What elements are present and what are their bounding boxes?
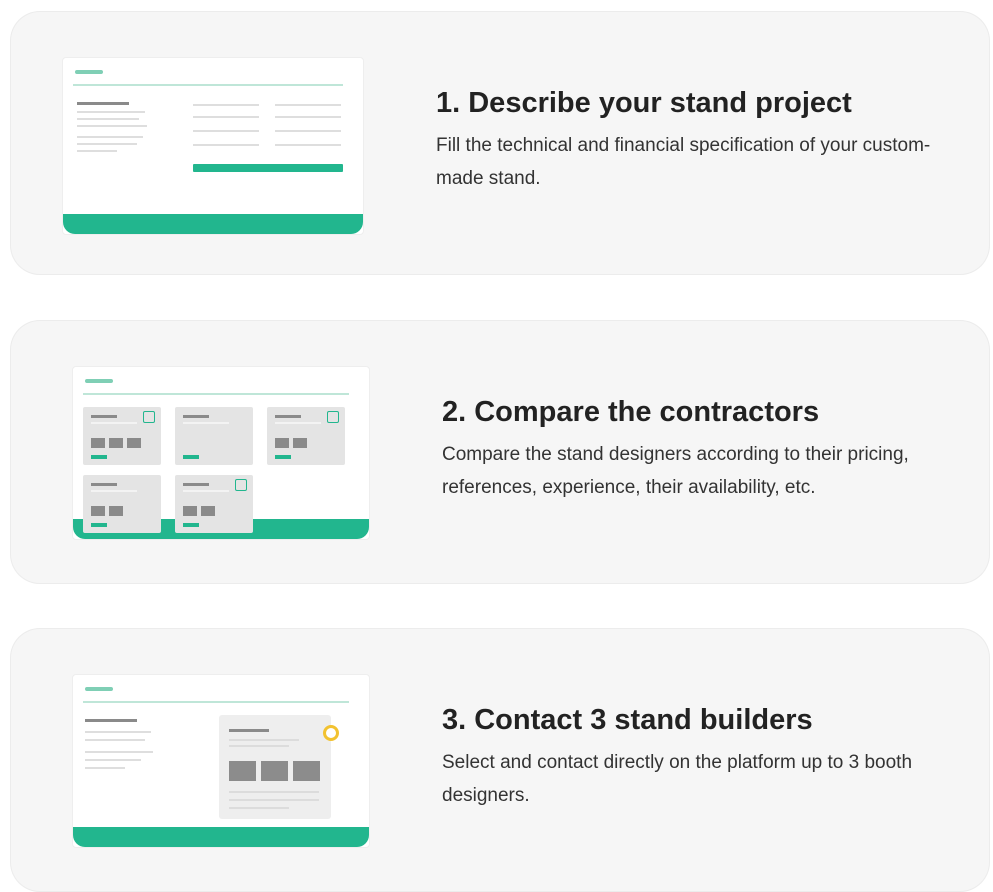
- text-line-placeholder: [77, 111, 145, 113]
- text-line-placeholder: [77, 118, 139, 120]
- contractor-card: [83, 407, 161, 465]
- text-line-placeholder: [275, 422, 321, 424]
- builder-profile-panel: [219, 715, 331, 819]
- step-title: 2. Compare the contractors: [442, 396, 820, 428]
- form-page-illustration: [62, 57, 364, 235]
- contractor-list-illustration: [72, 366, 370, 540]
- submit-button-placeholder: [193, 164, 343, 172]
- image-thumbnail-placeholder: [91, 438, 105, 448]
- image-thumbnail-placeholder: [261, 761, 288, 781]
- text-line-placeholder: [85, 767, 125, 769]
- button-placeholder: [275, 455, 291, 459]
- header-line: [73, 84, 343, 86]
- button-placeholder: [91, 523, 107, 527]
- contractor-card: [175, 407, 253, 465]
- form-field-placeholder: [275, 104, 341, 106]
- text-line-placeholder: [229, 799, 319, 801]
- image-thumbnail-placeholder: [293, 761, 320, 781]
- text-line-placeholder: [229, 807, 289, 809]
- contractor-name-placeholder: [91, 483, 117, 486]
- text-line-placeholder: [85, 731, 151, 733]
- builder-name-placeholder: [229, 729, 269, 732]
- form-field-placeholder: [193, 130, 259, 132]
- header-line: [83, 701, 349, 703]
- contractor-card: [175, 475, 253, 533]
- step-description: Compare the stand designers according to…: [442, 444, 909, 498]
- text-line-placeholder: [85, 759, 141, 761]
- image-thumbnail-placeholder: [127, 438, 141, 448]
- logo-placeholder: [85, 687, 113, 691]
- image-thumbnail-placeholder: [183, 506, 197, 516]
- checkbox-icon: [327, 411, 339, 423]
- form-field-placeholder: [275, 116, 341, 118]
- footer-band: [73, 827, 369, 847]
- contractor-card: [267, 407, 345, 465]
- text-line-placeholder: [77, 125, 147, 127]
- checkbox-icon: [235, 479, 247, 491]
- text-line-placeholder: [77, 136, 143, 138]
- image-thumbnail-placeholder: [109, 506, 123, 516]
- contractor-name-placeholder: [91, 415, 117, 418]
- step-description: Fill the technical and financial specifi…: [436, 135, 931, 189]
- section-heading-placeholder: [77, 102, 129, 105]
- step-title: 3. Contact 3 stand builders: [442, 704, 813, 736]
- button-placeholder: [183, 523, 199, 527]
- image-thumbnail-placeholder: [109, 438, 123, 448]
- button-placeholder: [183, 455, 199, 459]
- contractor-name-placeholder: [183, 483, 209, 486]
- text-line-placeholder: [229, 791, 319, 793]
- text-line-placeholder: [77, 143, 137, 145]
- text-line-placeholder: [183, 422, 229, 424]
- text-line-placeholder: [91, 490, 137, 492]
- image-thumbnail-placeholder: [293, 438, 307, 448]
- header-line: [83, 393, 349, 395]
- contractor-name-placeholder: [275, 415, 301, 418]
- highlight-badge-icon: [323, 725, 339, 741]
- section-heading-placeholder: [85, 719, 137, 722]
- image-thumbnail-placeholder: [229, 761, 256, 781]
- step-card-compare: 2. Compare the contractors Compare the s…: [10, 320, 990, 584]
- text-line-placeholder: [85, 751, 153, 753]
- image-thumbnail-placeholder: [91, 506, 105, 516]
- form-field-placeholder: [275, 130, 341, 132]
- form-field-placeholder: [275, 144, 341, 146]
- text-line-placeholder: [91, 422, 137, 424]
- step-description: Select and contact directly on the platf…: [442, 752, 913, 806]
- form-field-placeholder: [193, 104, 259, 106]
- text-line-placeholder: [85, 739, 145, 741]
- text-line-placeholder: [77, 150, 117, 152]
- logo-placeholder: [85, 379, 113, 383]
- checkbox-icon: [143, 411, 155, 423]
- logo-placeholder: [75, 70, 103, 74]
- contractor-card: [83, 475, 161, 533]
- form-field-placeholder: [193, 144, 259, 146]
- image-thumbnail-placeholder: [201, 506, 215, 516]
- step-card-describe: 1. Describe your stand project Fill the …: [10, 11, 990, 275]
- image-thumbnail-placeholder: [275, 438, 289, 448]
- form-field-placeholder: [193, 116, 259, 118]
- text-line-placeholder: [183, 490, 229, 492]
- contact-page-illustration: [72, 674, 370, 848]
- text-line-placeholder: [229, 739, 299, 741]
- step-title: 1. Describe your stand project: [436, 87, 852, 119]
- contractor-name-placeholder: [183, 415, 209, 418]
- text-line-placeholder: [229, 745, 289, 747]
- button-placeholder: [91, 455, 107, 459]
- step-card-contact: 3. Contact 3 stand builders Select and c…: [10, 628, 990, 892]
- footer-band: [63, 214, 363, 234]
